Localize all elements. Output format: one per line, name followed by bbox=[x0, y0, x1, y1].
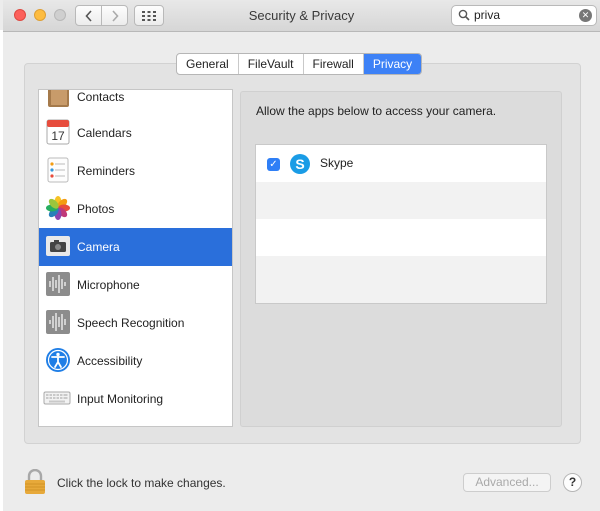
app-row-skype[interactable]: ✓ S Skype bbox=[256, 145, 546, 182]
tab-firewall[interactable]: Firewall bbox=[304, 54, 364, 74]
app-name: Skype bbox=[320, 156, 354, 170]
sidebar-item-microphone[interactable]: Microphone bbox=[39, 266, 232, 304]
contacts-icon bbox=[48, 90, 69, 107]
sidebar-item-label: Accessibility bbox=[77, 354, 143, 368]
skype-icon-letter: S bbox=[295, 156, 304, 172]
advanced-button[interactable]: Advanced... bbox=[463, 473, 551, 492]
background-window-sliver bbox=[0, 30, 3, 511]
search-field[interactable]: ✕ bbox=[451, 5, 597, 26]
accessibility-icon bbox=[46, 348, 70, 372]
sidebar-item-accessibility[interactable]: Accessibility bbox=[39, 342, 232, 380]
sidebar-item-contacts[interactable]: Contacts bbox=[39, 90, 232, 116]
privacy-category-list[interactable]: Contacts 17 Calendars Reminders Photos C… bbox=[38, 89, 233, 427]
camera-icon bbox=[46, 236, 70, 256]
pane-description: Allow the apps below to access your came… bbox=[256, 104, 497, 118]
reminders-icon bbox=[47, 157, 69, 183]
help-button[interactable]: ? bbox=[563, 473, 582, 492]
search-icon bbox=[458, 9, 470, 21]
tab-privacy[interactable]: Privacy bbox=[363, 54, 422, 74]
empty-row bbox=[256, 219, 546, 256]
camera-app-list[interactable]: ✓ S Skype bbox=[255, 144, 547, 304]
title-bar: Security & Privacy ✕ bbox=[3, 0, 600, 32]
search-input[interactable] bbox=[474, 8, 574, 22]
skype-permission-checkbox[interactable]: ✓ bbox=[267, 158, 280, 171]
calendar-icon: 17 bbox=[46, 119, 70, 145]
speech-recognition-icon bbox=[46, 310, 70, 334]
sidebar-item-label: Input Monitoring bbox=[77, 392, 164, 406]
sidebar-item-label: Speech Recognition bbox=[77, 316, 185, 330]
clear-icon[interactable]: ✕ bbox=[579, 9, 592, 22]
sidebar-item-photos[interactable]: Photos bbox=[39, 190, 232, 228]
sidebar-item-label: Reminders bbox=[77, 164, 136, 178]
security-privacy-window: Security & Privacy ✕ General FileVault F… bbox=[0, 0, 600, 511]
photos-icon bbox=[46, 196, 70, 220]
sidebar-item-calendars[interactable]: 17 Calendars bbox=[39, 114, 232, 152]
keyboard-icon bbox=[43, 391, 71, 405]
microphone-icon bbox=[46, 272, 70, 296]
sidebar-item-input-monitoring[interactable]: Input Monitoring bbox=[39, 380, 232, 418]
sidebar-item-speech-recognition[interactable]: Speech Recognition bbox=[39, 304, 232, 342]
tab-bar: General FileVault Firewall Privacy bbox=[176, 53, 423, 75]
sidebar-item-reminders[interactable]: Reminders bbox=[39, 152, 232, 190]
sidebar-item-label: Photos bbox=[77, 202, 115, 216]
tab-filevault[interactable]: FileVault bbox=[239, 54, 304, 74]
lock-icon[interactable] bbox=[24, 469, 46, 495]
sidebar-item-camera[interactable]: Camera bbox=[39, 228, 232, 266]
lock-message: Click the lock to make changes. bbox=[57, 476, 226, 490]
empty-row bbox=[256, 182, 546, 219]
empty-row bbox=[256, 256, 546, 303]
sidebar-item-label: Camera bbox=[77, 240, 120, 254]
skype-icon: S bbox=[290, 154, 310, 174]
sidebar-item-label: Microphone bbox=[77, 278, 140, 292]
sidebar-item-label: Calendars bbox=[77, 126, 132, 140]
tab-general[interactable]: General bbox=[177, 54, 239, 74]
sidebar-item-label: Contacts bbox=[77, 90, 125, 104]
calendar-icon-day: 17 bbox=[51, 129, 65, 143]
